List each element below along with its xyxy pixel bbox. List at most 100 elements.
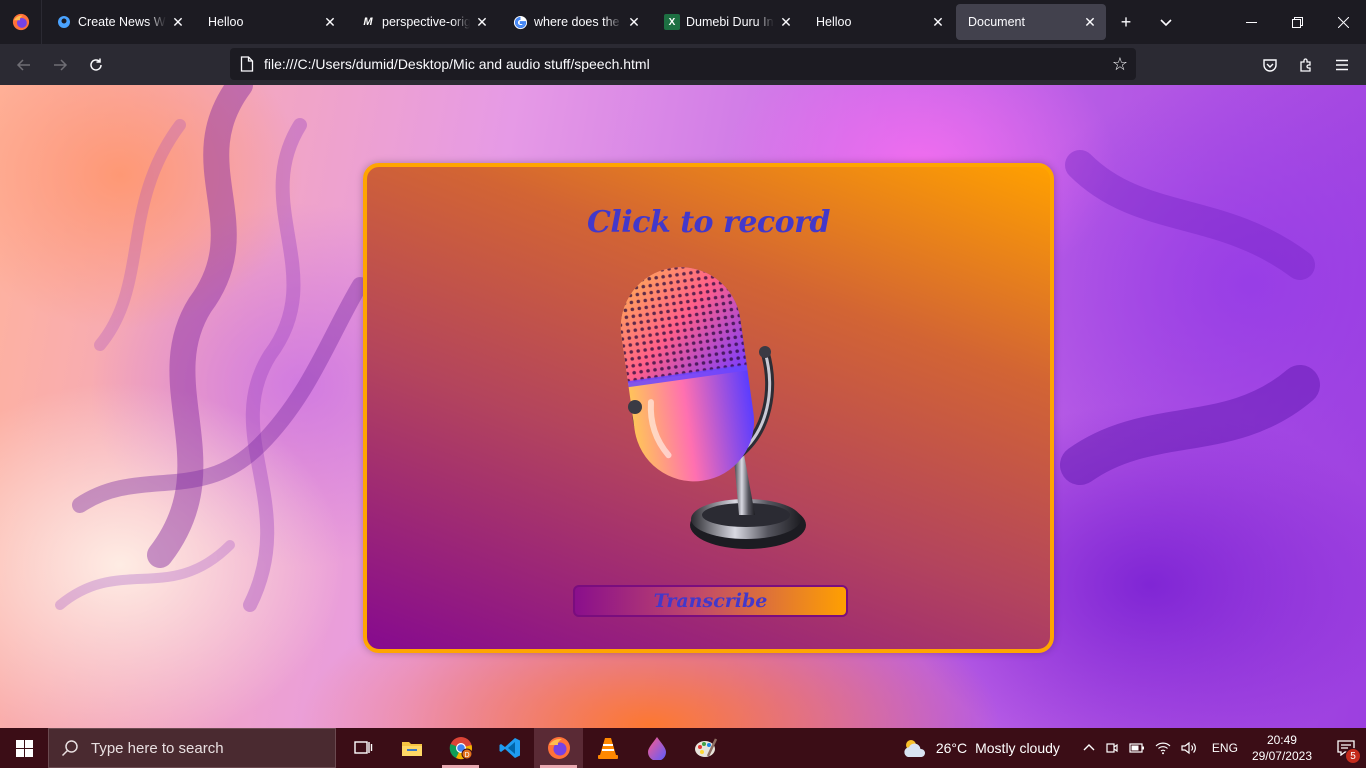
close-icon[interactable]: ✕ (626, 14, 642, 30)
battery-icon (1129, 743, 1144, 753)
bookmark-star-icon[interactable]: ☆ (1112, 54, 1128, 75)
window-controls (1228, 0, 1366, 44)
tab-title: Dumebi Duru Inte (686, 15, 774, 29)
network-button[interactable] (1155, 741, 1171, 755)
firefox-taskbar-button[interactable] (534, 728, 583, 768)
arrow-right-icon (54, 58, 68, 71)
tab-title: Create News Web (78, 15, 166, 29)
close-window-button[interactable] (1320, 0, 1366, 44)
task-view-button[interactable] (338, 728, 387, 768)
tab-perspective-origin[interactable]: M perspective-origin ✕ (348, 4, 498, 40)
file-explorer-button[interactable] (387, 728, 436, 768)
windows-taskbar: Type here to search D 26°C Mostly cloudy… (0, 728, 1366, 768)
tab-title: Document (968, 15, 1025, 29)
vlc-button[interactable] (583, 728, 632, 768)
start-button[interactable] (0, 728, 48, 768)
task-view-icon (353, 741, 372, 754)
weather-temp: 26°C (935, 740, 968, 756)
forward-button[interactable] (42, 49, 78, 81)
close-icon[interactable]: ✕ (474, 14, 490, 30)
firefox-menu-button[interactable] (0, 0, 42, 44)
back-button[interactable] (6, 49, 42, 81)
tab-helloo-2[interactable]: Helloo ✕ (804, 4, 954, 40)
tab-strip: Create News Web ✕ Helloo ✕ M perspective… (0, 0, 1366, 44)
restore-button[interactable] (1274, 0, 1320, 44)
vscode-icon (499, 738, 520, 758)
tab-document[interactable]: Document ✕ (956, 4, 1106, 40)
meet-now-button[interactable] (1105, 741, 1119, 755)
clock[interactable]: 20:49 29/07/2023 (1252, 732, 1312, 764)
windows-logo-icon (15, 739, 33, 757)
new-tab-button[interactable]: + (1106, 4, 1146, 40)
extensions-button[interactable] (1288, 49, 1324, 81)
notification-center-button[interactable]: 5 (1326, 728, 1366, 768)
close-icon (1337, 16, 1349, 28)
list-all-tabs-button[interactable] (1146, 4, 1186, 40)
wifi-icon (1155, 742, 1171, 755)
tab-title: Helloo (816, 15, 852, 29)
weather-widget[interactable]: 26°C Mostly cloudy (902, 737, 1060, 759)
clock-date: 29/07/2023 (1251, 749, 1312, 763)
file-explorer-icon (401, 742, 422, 756)
tab-create-news[interactable]: Create News Web ✕ (44, 4, 194, 40)
taskbar-search-box[interactable]: Type here to search (48, 728, 336, 768)
toolbar-right (1246, 44, 1366, 85)
restore-icon (1291, 16, 1303, 28)
close-icon[interactable]: ✕ (778, 14, 794, 30)
notification-badge: 5 (1345, 748, 1361, 764)
puzzle-icon (1300, 57, 1311, 72)
firefox-logo-icon (12, 13, 29, 31)
close-icon[interactable]: ✕ (322, 14, 338, 30)
svg-text:D: D (464, 752, 469, 759)
battery-button[interactable] (1129, 742, 1145, 754)
google-icon (512, 14, 528, 30)
chevron-down-icon (1160, 19, 1172, 27)
excel-icon: X (664, 14, 680, 30)
record-card: Click to record Transcribe (363, 163, 1054, 653)
firefox-icon (547, 737, 570, 759)
app-menu-button[interactable] (1324, 49, 1360, 81)
vscode-button[interactable] (485, 728, 534, 768)
mdn-icon: M (363, 16, 373, 28)
droplet-app-button[interactable] (632, 728, 681, 768)
input-language[interactable]: ENG (1212, 741, 1238, 755)
search-icon (61, 740, 78, 757)
vlc-icon (597, 738, 618, 759)
chrome-icon: D (449, 737, 472, 760)
hamburger-icon (1336, 59, 1348, 70)
search-placeholder: Type here to search (91, 739, 224, 757)
paint-button[interactable] (681, 728, 730, 768)
close-icon[interactable]: ✕ (170, 14, 186, 30)
tab-excel-doc[interactable]: X Dumebi Duru Inte ✕ (652, 4, 802, 40)
pocket-button[interactable] (1252, 49, 1288, 81)
reload-icon (90, 58, 102, 71)
page-viewport: Click to record Transcribe (0, 85, 1366, 728)
minimize-icon (1245, 21, 1257, 23)
navigation-toolbar: file:///C:/Users/dumid/Desktop/Mic and a… (0, 44, 1366, 85)
weather-condition: Mostly cloudy (975, 740, 1060, 756)
close-icon[interactable]: ✕ (1082, 14, 1098, 30)
chevron-up-icon (1083, 744, 1095, 751)
microphone-icon[interactable] (615, 257, 815, 562)
arrow-left-icon (16, 58, 30, 71)
minimize-button[interactable] (1228, 0, 1274, 44)
show-hidden-icons-button[interactable] (1083, 742, 1095, 754)
page-title: Click to record (587, 205, 830, 240)
page-icon (240, 56, 254, 72)
speaker-icon (1181, 741, 1196, 755)
url-text[interactable]: file:///C:/Users/dumid/Desktop/Mic and a… (264, 56, 650, 72)
tab-title: where does the as (534, 15, 622, 29)
tab-title: perspective-origin (382, 15, 470, 29)
partly-cloudy-icon (904, 740, 925, 757)
github-copilot-icon (56, 14, 72, 30)
tab-google-search[interactable]: where does the as ✕ (500, 4, 650, 40)
chrome-button[interactable]: D (436, 728, 485, 768)
reload-button[interactable] (78, 49, 114, 81)
tab-helloo-1[interactable]: Helloo ✕ (196, 4, 346, 40)
app-droplet-icon (647, 737, 666, 760)
tab-title: Helloo (208, 15, 244, 29)
volume-button[interactable] (1181, 741, 1197, 755)
url-bar[interactable]: file:///C:/Users/dumid/Desktop/Mic and a… (230, 48, 1136, 80)
close-icon[interactable]: ✕ (930, 14, 946, 30)
transcribe-button[interactable]: Transcribe (573, 585, 848, 617)
